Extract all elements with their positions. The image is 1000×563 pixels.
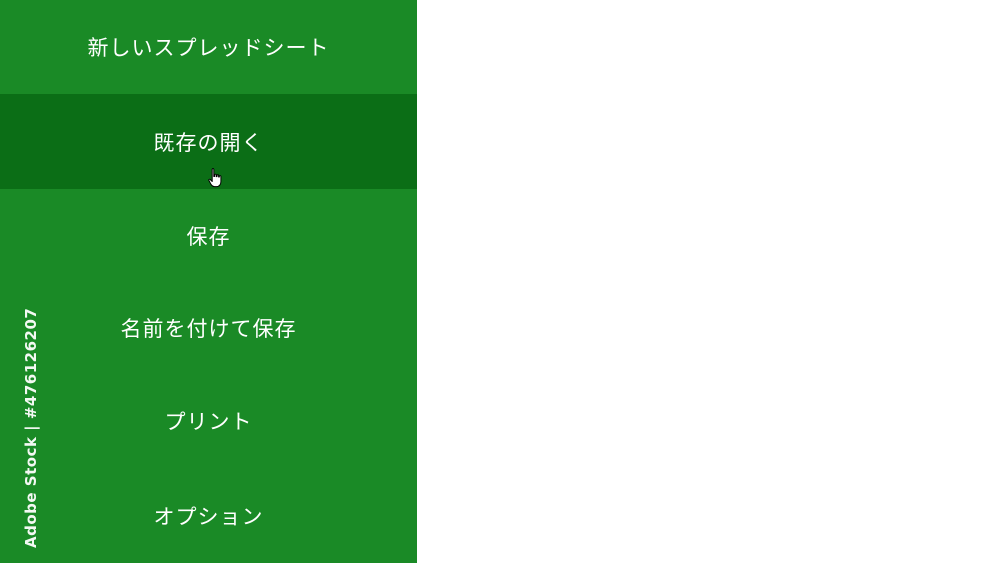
hand-pointer-icon — [208, 168, 222, 188]
menu-item-save-as[interactable]: 名前を付けて保存 — [0, 283, 417, 373]
menu-item-label: 名前を付けて保存 — [120, 317, 297, 341]
screen: 新しいスプレッドシート 既存の開く 保存 名前を付けて保存 プリント オプション… — [0, 0, 1000, 563]
menu-item-print[interactable]: プリント — [0, 373, 417, 468]
menu-item-label: 既存の開く — [153, 130, 264, 155]
menu-item-save[interactable]: 保存 — [0, 189, 417, 283]
file-menu-panel: 新しいスプレッドシート 既存の開く 保存 名前を付けて保存 プリント オプション… — [0, 0, 417, 563]
menu-item-options[interactable]: オプション — [0, 468, 417, 563]
menu-item-new-spreadsheet[interactable]: 新しいスプレッドシート — [0, 0, 417, 94]
menu-item-label: オプション — [153, 504, 264, 529]
menu-item-label: 保存 — [186, 225, 231, 249]
stock-id-watermark: Adobe Stock | #476126207 — [22, 307, 40, 548]
menu-item-label: プリント — [164, 409, 253, 434]
menu-item-label: 新しいスプレッドシート — [87, 36, 330, 60]
